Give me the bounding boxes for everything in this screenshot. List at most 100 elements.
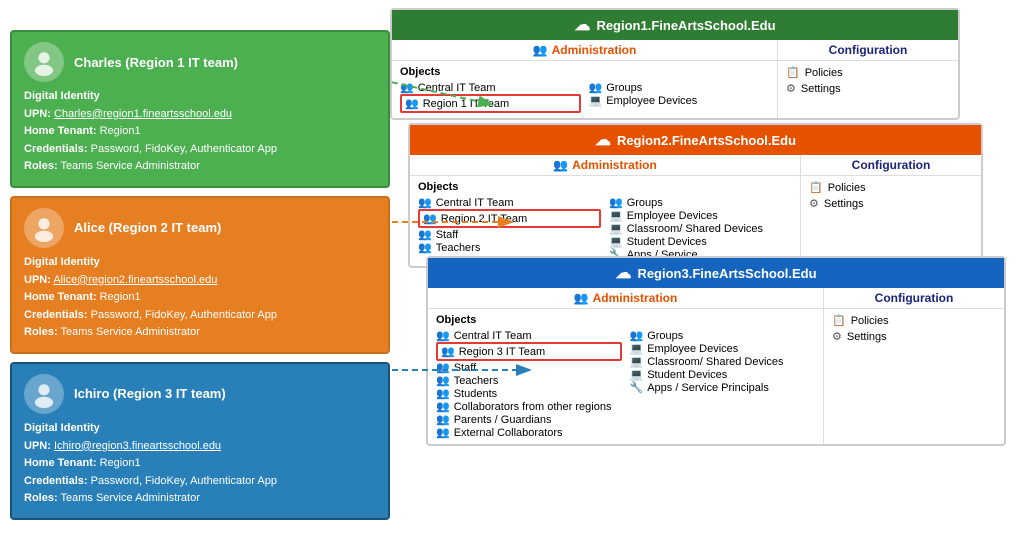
region3-obj-teachers: 👥 Teachers bbox=[436, 374, 622, 387]
ichiro-ht-label: Home Tenant: bbox=[24, 457, 97, 469]
region1-settings: ⚙ Settings bbox=[786, 82, 950, 95]
region1-title: Region1.FineArtsSchool.Edu bbox=[596, 18, 775, 33]
region2-cloud-icon: ☁ bbox=[595, 130, 611, 150]
region2-settings: ⚙ Settings bbox=[809, 197, 973, 210]
region3-classroom-icon: 💻 bbox=[630, 355, 644, 368]
region2-objects-label: Objects bbox=[418, 181, 792, 193]
region2-objects-grid: 👥 Central IT Team 👥 Region 2 IT Team 👥 bbox=[418, 196, 792, 261]
alice-upn: Alice@region2.fineartsschool.edu bbox=[53, 274, 217, 286]
region1-policies: 📋 Policies bbox=[786, 66, 950, 79]
region3-employee-devices-text: Employee Devices bbox=[647, 343, 738, 355]
region1-objects: Objects 👥 Central IT Team 👥 Region 1 IT … bbox=[392, 61, 777, 118]
region2-region-team-icon: 👥 bbox=[423, 212, 437, 225]
region3-external-text: External Collaborators bbox=[454, 427, 563, 439]
region2-config-content: 📋 Policies ⚙ Settings bbox=[801, 176, 981, 218]
region3-employee-devices-icon: 💻 bbox=[630, 342, 644, 355]
region3-admin-header: 👥 Administration bbox=[428, 288, 823, 309]
region1-obj-groups: 👥 Groups bbox=[589, 81, 770, 94]
charles-card: Charles (Region 1 IT team) Digital Ident… bbox=[10, 30, 390, 188]
region3-teachers-text: Teachers bbox=[454, 375, 499, 387]
region3-collaborators-icon: 👥 bbox=[436, 400, 450, 413]
region1-region-team-text: Region 1 IT Team bbox=[423, 98, 509, 110]
region3-title: Region3.FineArtsSchool.Edu bbox=[637, 266, 816, 281]
region1-obj-central-it: 👥 Central IT Team bbox=[400, 81, 581, 94]
alice-avatar bbox=[24, 208, 64, 248]
alice-card: Alice (Region 2 IT team) Digital Identit… bbox=[10, 196, 390, 354]
region1-groups-icon: 👥 bbox=[589, 81, 603, 94]
region2-config-label: Configuration bbox=[852, 158, 931, 172]
region2-col2: 👥 Groups 💻 Employee Devices 💻 Classroom bbox=[609, 196, 792, 261]
region2-student-devices-text: Student Devices bbox=[627, 236, 707, 248]
region1-settings-icon: ⚙ bbox=[786, 82, 796, 95]
region2-obj-region-team: 👥 Region 2 IT Team bbox=[418, 209, 601, 228]
region3-settings: ⚙ Settings bbox=[832, 330, 996, 343]
region3-panel: ☁ Region3.FineArtsSchool.Edu 👥 Administr… bbox=[426, 256, 1006, 446]
region3-students-text: Students bbox=[454, 388, 497, 400]
region3-policy-icon: 📋 bbox=[832, 314, 846, 327]
region2-right: Configuration 📋 Policies ⚙ Settings bbox=[801, 155, 981, 266]
region2-settings-icon: ⚙ bbox=[809, 197, 819, 210]
region1-config-label: Configuration bbox=[829, 43, 908, 57]
ichiro-roles-label: Roles: bbox=[24, 492, 58, 504]
region2-obj-employee-devices: 💻 Employee Devices bbox=[609, 209, 792, 222]
region3-parents-text: Parents / Guardians bbox=[454, 414, 552, 426]
region3-students-icon: 👥 bbox=[436, 387, 450, 400]
region1-obj-employee-devices: 💻 Employee Devices bbox=[589, 94, 770, 107]
region2-staff-icon: 👥 bbox=[418, 228, 432, 241]
charles-roles-label: Roles: bbox=[24, 160, 58, 172]
region2-groups-icon: 👥 bbox=[609, 196, 623, 209]
ichiro-ht: Region1 bbox=[100, 457, 141, 469]
region3-col2: 👥 Groups 💻 Employee Devices 💻 Classroom bbox=[630, 329, 816, 439]
charles-di-label: Digital Identity bbox=[24, 90, 100, 102]
region2-admin-header: 👥 Administration bbox=[410, 155, 800, 176]
region3-obj-employee-devices: 💻 Employee Devices bbox=[630, 342, 816, 355]
ichiro-cred-label: Credentials: bbox=[24, 475, 88, 487]
region3-region-team-icon: 👥 bbox=[441, 345, 455, 358]
region2-teachers-text: Teachers bbox=[436, 242, 481, 254]
region1-objects-label: Objects bbox=[400, 66, 769, 78]
region3-apps-text: Apps / Service Principals bbox=[647, 382, 769, 394]
region3-policies-text: Policies bbox=[851, 315, 889, 327]
charles-cred: Password, FidoKey, Authenticator App bbox=[91, 143, 277, 155]
region3-obj-parents: 👥 Parents / Guardians bbox=[436, 413, 622, 426]
region3-obj-apps: 🔧 Apps / Service Principals bbox=[630, 381, 816, 394]
region2-policy-icon: 📋 bbox=[809, 181, 823, 194]
region1-region-team-icon: 👥 bbox=[405, 97, 419, 110]
region3-objects: Objects 👥 Central IT Team 👥 Region 3 IT … bbox=[428, 309, 823, 444]
charles-ht-label: Home Tenant: bbox=[24, 125, 97, 137]
region1-employee-devices-icon: 💻 bbox=[589, 94, 603, 107]
ichiro-header: Ichiro (Region 3 IT team) bbox=[24, 374, 376, 414]
region3-col1: 👥 Central IT Team 👥 Region 3 IT Team 👥 bbox=[436, 329, 622, 439]
region3-settings-icon: ⚙ bbox=[832, 330, 842, 343]
alice-upn-label: UPN: bbox=[24, 274, 51, 286]
region3-body: 👥 Administration Objects 👥 Central IT Te… bbox=[428, 288, 1004, 444]
region2-classroom-text: Classroom/ Shared Devices bbox=[627, 223, 763, 235]
region2-config-header: Configuration bbox=[801, 155, 981, 176]
region1-col2: 👥 Groups 💻 Employee Devices bbox=[589, 81, 770, 113]
charles-cred-label: Credentials: bbox=[24, 143, 88, 155]
region2-obj-teachers: 👥 Teachers bbox=[418, 241, 601, 254]
region1-config-header: Configuration bbox=[778, 40, 958, 61]
region3-classroom-text: Classroom/ Shared Devices bbox=[647, 356, 783, 368]
region1-panel: ☁ Region1.FineArtsSchool.Edu 👥 Administr… bbox=[390, 8, 960, 120]
region1-groups-text: Groups bbox=[606, 82, 642, 94]
region2-admin-label: Administration bbox=[572, 158, 657, 172]
people-section: Charles (Region 1 IT team) Digital Ident… bbox=[10, 10, 390, 524]
region1-employee-devices-text: Employee Devices bbox=[606, 95, 697, 107]
alice-di-label: Digital Identity bbox=[24, 256, 100, 268]
region2-admin-icon: 👥 bbox=[553, 158, 568, 172]
charles-avatar bbox=[24, 42, 64, 82]
region2-panel: ☁ Region2.FineArtsSchool.Edu 👥 Administr… bbox=[408, 123, 983, 268]
region1-left: 👥 Administration Objects 👥 Central IT Te… bbox=[392, 40, 778, 118]
region2-policies: 📋 Policies bbox=[809, 181, 973, 194]
region1-admin-icon: 👥 bbox=[533, 43, 548, 57]
region3-obj-external: 👥 External Collaborators bbox=[436, 426, 622, 439]
region1-cloud-icon: ☁ bbox=[574, 15, 590, 35]
region1-objects-grid: 👥 Central IT Team 👥 Region 1 IT Team bbox=[400, 81, 769, 113]
charles-details: Digital Identity UPN: Charles@region1.fi… bbox=[24, 88, 376, 176]
region3-cloud-icon: ☁ bbox=[615, 263, 631, 283]
region2-objects: Objects 👥 Central IT Team 👥 Region 2 IT … bbox=[410, 176, 800, 266]
ichiro-roles: Teams Service Administrator bbox=[60, 492, 199, 504]
region1-central-it-icon: 👥 bbox=[400, 81, 414, 94]
region2-groups-text: Groups bbox=[627, 197, 663, 209]
